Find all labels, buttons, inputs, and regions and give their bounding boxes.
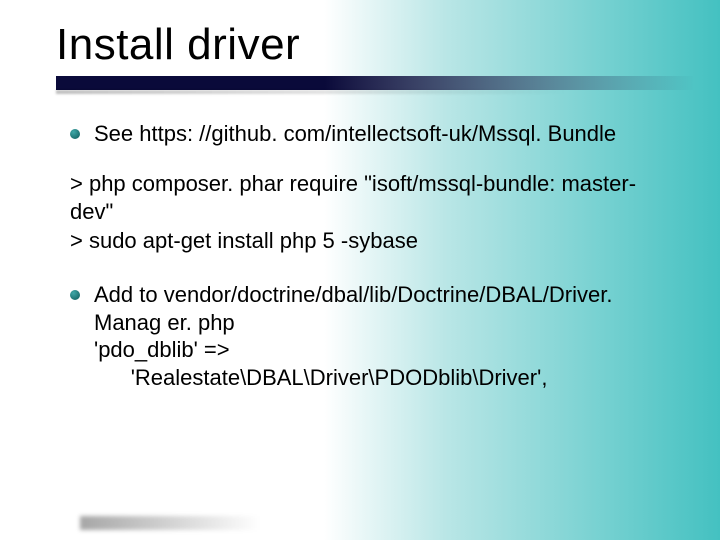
title-underline <box>56 76 696 90</box>
code-block: > php composer. phar require "isoft/mssq… <box>70 170 670 256</box>
slide-body: See https: //github. com/intellectsoft-u… <box>70 120 670 409</box>
slide-title: Install driver <box>56 20 680 70</box>
bullet-item: See https: //github. com/intellectsoft-u… <box>70 120 670 148</box>
title-area: Install driver <box>56 20 680 90</box>
bullet-text: See https: //github. com/intellectsoft-u… <box>94 120 670 148</box>
bullet-text: Add to vendor/doctrine/dbal/lib/Doctrine… <box>94 281 670 391</box>
bullet-icon <box>70 129 80 139</box>
slide: Install driver See https: //github. com/… <box>0 0 720 540</box>
bullet-item: Add to vendor/doctrine/dbal/lib/Doctrine… <box>70 281 670 391</box>
bullet-icon <box>70 290 80 300</box>
footer-shadow <box>80 516 260 530</box>
